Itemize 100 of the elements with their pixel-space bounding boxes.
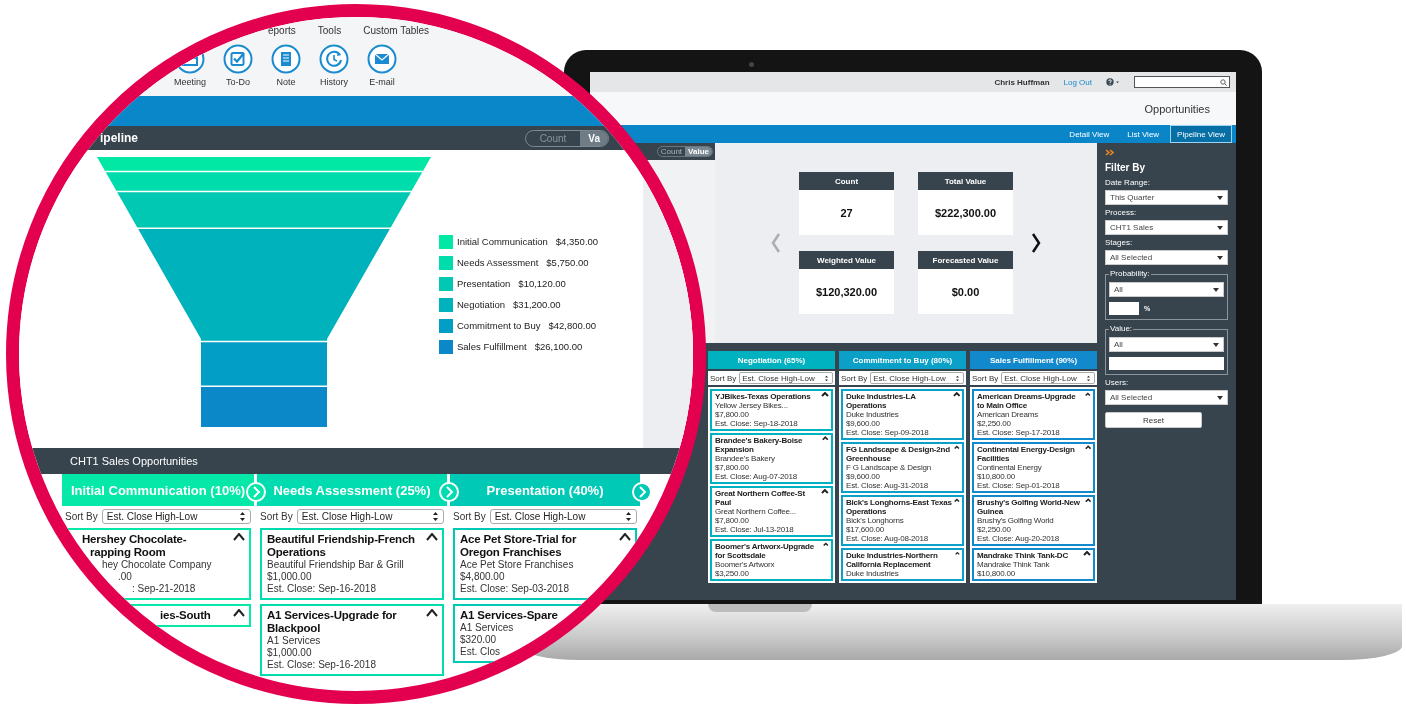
dropdown-caret-icon (1217, 225, 1223, 230)
toggle-option[interactable]: Value (685, 147, 712, 156)
caret-icon[interactable] (954, 445, 960, 450)
opportunity-card[interactable]: Mandrake Think Tank-DC Mandrake Think Tank $10,800.00 (972, 548, 1095, 581)
field-label: Users: (1105, 378, 1130, 387)
caret-icon[interactable] (1084, 498, 1091, 503)
view-tab[interactable]: Pipeline View (1170, 125, 1232, 143)
card-title: Oregon Franchises (460, 546, 563, 559)
reset-button[interactable]: Reset (1105, 412, 1202, 428)
menu-item[interactable]: eports (268, 25, 296, 36)
menu-item[interactable]: Custom Tables (363, 25, 430, 36)
card-title: ies-South (159, 609, 211, 622)
caret-icon[interactable] (426, 533, 438, 541)
help-icon[interactable] (1106, 78, 1120, 86)
select-arrows-icon (625, 510, 632, 522)
caret-icon[interactable] (823, 542, 829, 547)
dropdown-field[interactable]: CHT1 Sales (1105, 220, 1228, 235)
legend-value: $26,100.00 (534, 341, 583, 352)
search-field[interactable] (1134, 76, 1230, 88)
kpi-value: 27 (839, 205, 854, 221)
legend-label: Initial Communication (457, 236, 548, 247)
sort-select[interactable]: Est. Close High-Low (870, 372, 964, 384)
opportunity-card[interactable]: Duke Industries-Northern California Replacement Duke Industries (841, 548, 964, 581)
opportunity-card[interactable]: Continental Energy-Design Facilities Continental Energy $10,800.00 Est. Close: Sep-01-2018 (972, 442, 1095, 493)
dropdown-field[interactable]: All (1109, 282, 1224, 297)
double-chevron-icon[interactable] (1105, 149, 1114, 156)
opportunity-card[interactable]: YJBikes-Texas Operations Yellow Jersey Bikes... $7,800.00 Est. Close: Sep-18-2018 (710, 389, 833, 431)
dropdown-caret-icon (1217, 395, 1223, 400)
sort-select[interactable]: Est. Close High-Low (296, 508, 444, 524)
caret-icon[interactable] (822, 436, 829, 441)
toolbar-button[interactable]: History (311, 44, 357, 87)
caret-icon[interactable] (1083, 551, 1091, 556)
deal-amount: $9,600.00 (846, 419, 881, 428)
view-tab[interactable]: Detail View (1062, 125, 1117, 143)
close-date: Est. Close: Sep-17-2018 (977, 428, 1061, 437)
opportunity-card[interactable]: A1 Services-Upgrade for Blackpool A1 Services $1,000.00 Est. Close: Sep-16-2018 (260, 604, 444, 676)
menu-item[interactable]: Tools (317, 25, 342, 36)
caret-icon[interactable] (426, 609, 438, 617)
page-title: Opportunities (1144, 102, 1210, 115)
company-name: Beautiful Friendship Bar & Grill (267, 559, 405, 571)
sort-select[interactable]: Est. Close High-Low (1001, 372, 1095, 384)
opportunity-card[interactable]: Bick's Longhorns-East Texas Operations Bick's Longhorns $17,600.00 Est. Close: Aug-08-2018 (841, 495, 964, 546)
caret-icon[interactable] (1084, 445, 1091, 450)
opportunity-card[interactable]: Boomer's Artworx-Upgrade for Scottsdale Boomer's Artworx $3,250.00 (710, 539, 833, 581)
card-title: A1 Services-Upgrade for (267, 609, 397, 622)
card-title: A1 Services-Spare (460, 609, 558, 622)
stage-header: Commitment to Buy (80%) (839, 351, 966, 369)
toolbar-button[interactable]: To-Do (215, 44, 261, 87)
opportunity-card[interactable]: FG Landscape & Design-2nd Greenhouse F G Landscape & Design $9,600.00 Est. Close: Aug-31-2018 (841, 442, 964, 493)
stage-header: Negotiation (65%) (708, 351, 835, 369)
sort-select[interactable]: Est. Close High-Low (489, 508, 637, 524)
deal-amount: $320.00 (460, 634, 498, 646)
caret-icon[interactable] (233, 609, 245, 617)
toolbar-button[interactable]: Meeting (167, 44, 213, 87)
dropdown-field[interactable]: This Quarter (1105, 190, 1228, 205)
value-input[interactable] (1109, 357, 1224, 370)
caret-icon[interactable] (1085, 392, 1091, 397)
field-label: Stages: (1105, 238, 1134, 247)
toolbar-button[interactable]: Note (263, 44, 309, 87)
sort-label: Sort By (972, 373, 999, 383)
caret-icon[interactable] (821, 489, 829, 494)
card-title: Brandee's Bakery-Boise Expansion (715, 436, 804, 454)
caret-icon[interactable] (952, 392, 960, 397)
toolbar-button[interactable]: E-mail (359, 44, 405, 87)
sort-select[interactable]: Est. Close High-Low (739, 372, 833, 384)
close-date: Est. Clos (460, 646, 501, 658)
search-icon[interactable] (1220, 78, 1227, 86)
legend-value: $4,350.00 (555, 236, 599, 247)
legend-label: Presentation (457, 278, 511, 289)
caret-icon[interactable] (233, 533, 245, 541)
dropdown-field[interactable]: All Selected (1105, 250, 1228, 265)
legend-label: Needs Assessment (457, 257, 539, 268)
toggle-option[interactable]: Count (657, 147, 686, 156)
card-title: Great Northern Coffee-St Paul (715, 489, 806, 507)
chevron-icon (632, 482, 652, 502)
legend-label: Sales Fulfillment (457, 341, 527, 352)
caret-icon[interactable] (955, 551, 960, 556)
caret-icon[interactable] (954, 498, 960, 503)
opportunity-card[interactable]: American Dreams-Upgrade to Main Office American Dreams $2,250.00 Est. Close: Sep-17-2018 (972, 389, 1095, 440)
dropdown-field[interactable]: All Selected (1105, 390, 1228, 405)
opportunity-card[interactable]: Brushy's Golfing World-New Guinea Brushy's Golfing World $2,250.00 Est. Close: Aug-20-2018 (972, 495, 1095, 546)
opportunity-card[interactable]: Brandee's Bakery-Boise Expansion Brandee's Bakery $7,800.00 Est. Close: Aug-07-2018 (710, 433, 833, 484)
caret-icon[interactable] (821, 392, 829, 397)
toggle-option[interactable]: Va (580, 130, 608, 146)
dropdown-field[interactable]: All (1109, 337, 1224, 352)
opportunity-card[interactable]: Ace Pet Store-Trial for Oregon Franchises Ace Pet Store Franchises $4,800.00 Est. Close: Sep-03-2018 (453, 528, 637, 600)
percent-input[interactable] (1109, 302, 1139, 315)
caret-icon[interactable] (619, 533, 631, 541)
view-tab[interactable]: List View (1120, 125, 1167, 143)
stage-header: Sales Fulfillment (90%) (970, 351, 1097, 369)
opportunity-card[interactable]: Great Northern Coffee-St Paul Great Northern Coffee... $7,800.00 Est. Close: Jul-13-2018 (710, 486, 833, 537)
field-label: Probability: (1109, 269, 1151, 278)
dropdown-caret-icon (1213, 342, 1219, 347)
kpi-value: $0.00 (950, 284, 981, 300)
company-name: A1 Services (460, 622, 515, 634)
section-title: CHT1 Sales Opportunities (70, 455, 198, 467)
sort-select[interactable]: Est. Close High-Low (101, 508, 251, 524)
deal-amount: $7,800.00 (715, 463, 750, 472)
opportunity-card[interactable]: Beautiful Friendship-French Operations Beautiful Friendship Bar & Grill $1,000.00 Est. Close: Sep-16-2018 (260, 528, 444, 600)
opportunity-card[interactable]: Duke Industries-LA Operations Duke Industries $9,600.00 Est. Close: Sep-09-2018 (841, 389, 964, 440)
